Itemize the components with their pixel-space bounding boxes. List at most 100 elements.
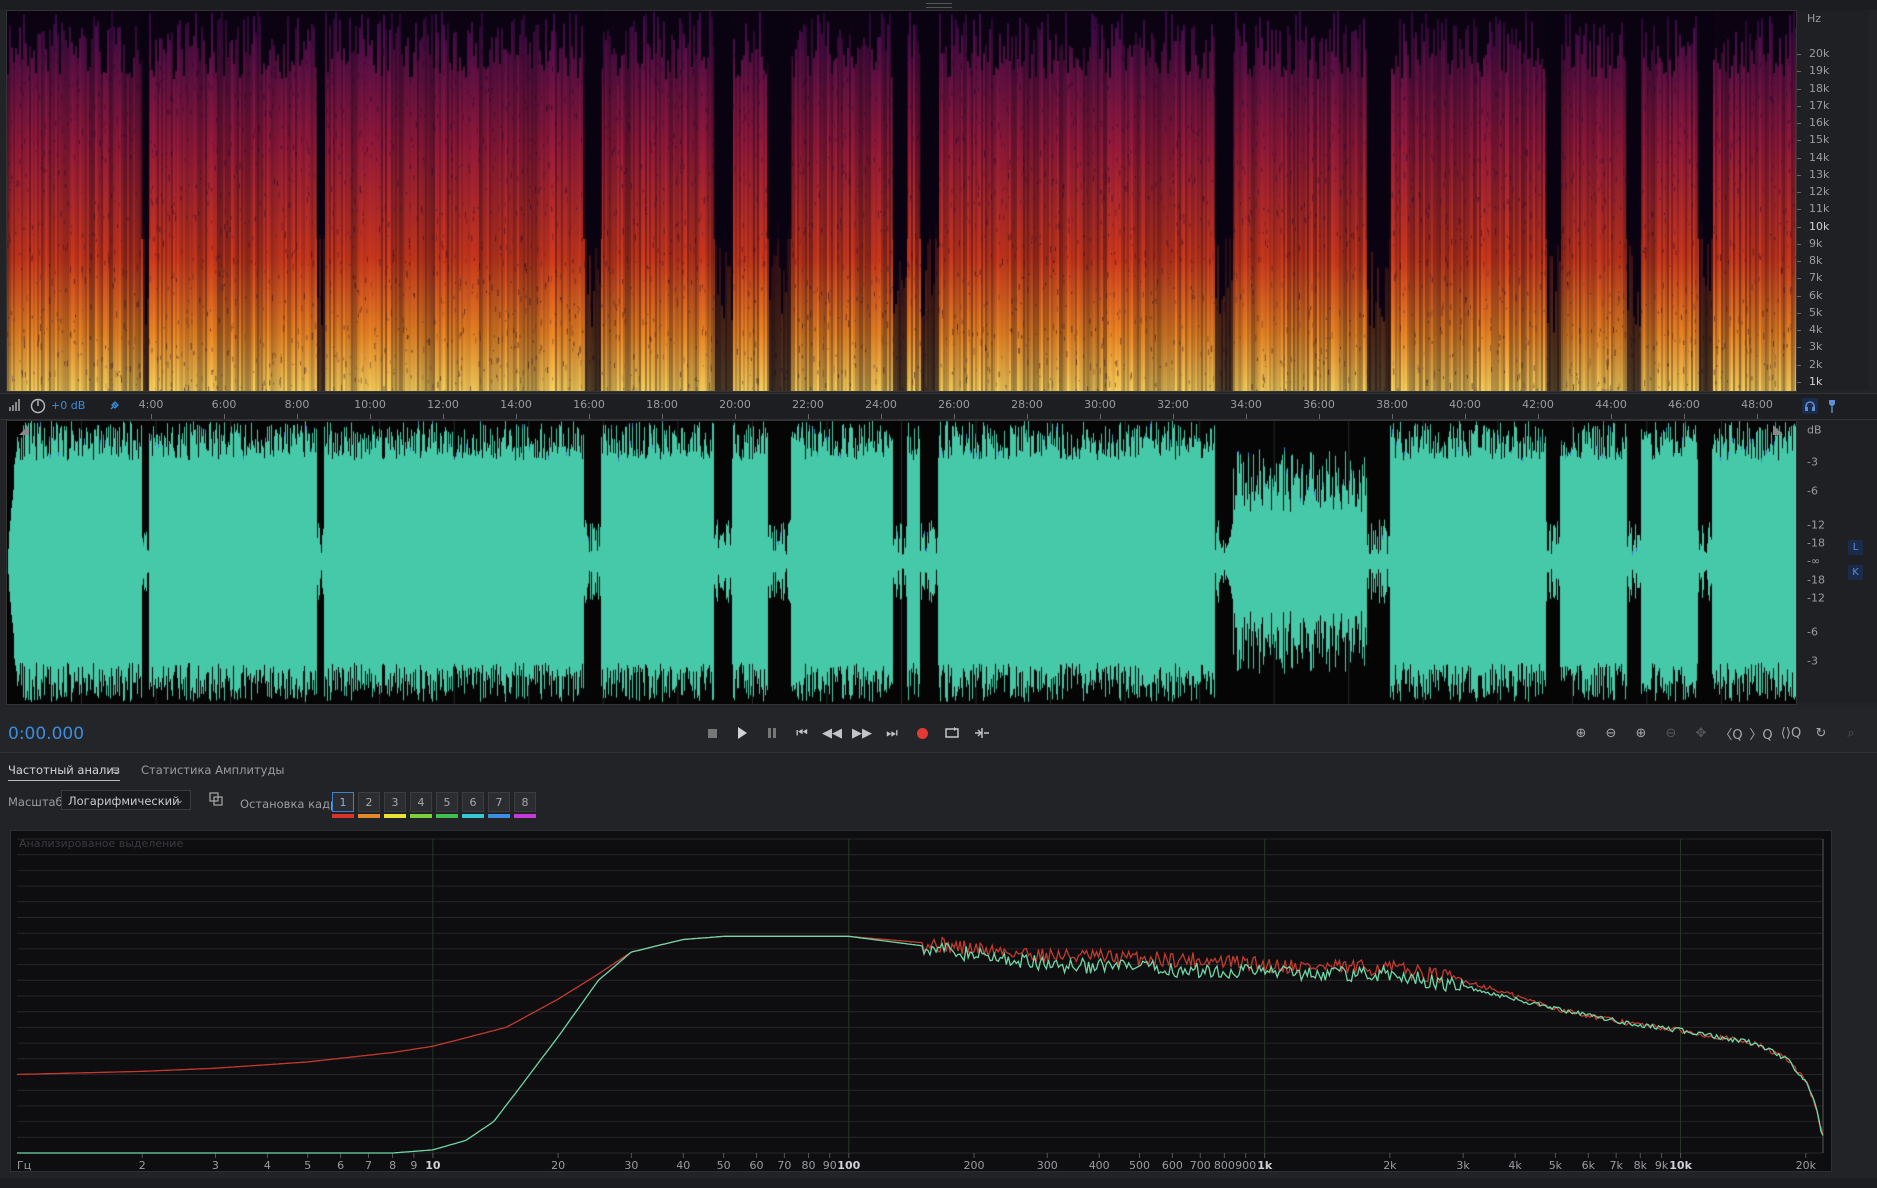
timeline-tick-mark [151,414,152,419]
hz-tick-label: 2k [1809,357,1823,371]
hz-tick-mark [1797,157,1801,159]
timeline-tick-label: 22:00 [792,398,824,411]
fast-forward-icon: ▶▶ [852,725,872,741]
hold-frame-button-2[interactable]: 2 [358,792,380,812]
zoom-out-amplitude-button[interactable]: ⊖ [1599,722,1623,744]
db-tick-label: -6 [1807,625,1818,639]
timeline-tick-mark [1684,414,1685,419]
hold-frame-button-4[interactable]: 4 [410,792,432,812]
x-tick-label: 8 [389,1159,396,1171]
copy-icon[interactable] [208,791,224,807]
timeline-tick-label: 24:00 [865,398,897,411]
scale-select-value: Логарифмический [68,794,180,808]
marker-icon[interactable] [1824,398,1840,414]
tab-amplitude-statistics[interactable]: Статистика Амплитуды [141,763,285,777]
hold-frame-button-7[interactable]: 7 [488,792,510,812]
scale-select[interactable]: Логарифмический ⌄ [61,790,191,810]
zoom-out-time-button[interactable]: ⊖ [1659,722,1683,744]
hold-frame-button-6[interactable]: 6 [462,792,484,812]
hold-frame-button-3[interactable]: 3 [384,792,406,812]
hold-frame-button-8[interactable]: 8 [514,792,536,812]
menu-icon[interactable]: ≡ [110,763,120,777]
play-button[interactable] [731,722,753,744]
loop-icon [945,727,959,738]
reset-zoom-button[interactable]: ↻ [1809,722,1833,744]
channel-left-badge[interactable]: L [1848,540,1863,555]
x-tick-label: 300 [1037,1159,1058,1171]
timeline-tick-label: 26:00 [938,398,970,411]
hz-tick-mark [1797,295,1801,297]
waveform-display[interactable] [6,420,1797,705]
hold-frame-color-swatch [384,814,406,818]
timeline-tick-mark [881,414,882,419]
timeline-tick-label: 32:00 [1157,398,1189,411]
hold-frame-button-1[interactable]: 1 [332,792,354,812]
zoom-out-amplitude-icon: ⊖ [1605,725,1617,741]
x-tick-label: 10 [425,1159,441,1171]
hz-tick-label: 14k [1809,150,1830,164]
zoom-in-time-button[interactable]: ⊕ [1629,722,1653,744]
x-tick-label: 50 [717,1159,731,1171]
panel-resize-handle[interactable] [926,3,952,8]
zoom-selection-button[interactable]: ✥ [1689,722,1713,744]
zoom-in-amplitude-button[interactable]: ⊕ [1569,722,1593,744]
zoom-in-point-button[interactable]: 〈Q [1719,722,1743,744]
channel-right-badge[interactable]: K [1848,565,1863,580]
hz-tick-label: 18k [1809,81,1830,95]
x-tick-label: 2k [1383,1159,1397,1171]
timeline-tick-label: 4:00 [138,398,164,411]
skip-start-button[interactable]: ⏮ [791,722,813,744]
timeline-tick-mark [1100,414,1101,419]
zoom-out-point-icon: 〉Q [1749,727,1773,743]
hold-frame-color-swatch [488,814,510,818]
timeline-tick-mark [1173,414,1174,419]
x-tick-label: 6 [337,1159,344,1171]
zoom-in-amplitude-icon: ⊕ [1575,725,1587,741]
x-tick-label: 100 [837,1159,860,1171]
frequency-analysis-plot[interactable]: Анализированое выделение 0-5-10-15-20-25… [10,830,1832,1172]
db-tick-label: -18 [1807,573,1825,587]
db-tick-label: -6 [1807,484,1818,498]
timeline-tick-mark [1757,414,1758,419]
timeline-tick-mark [443,414,444,419]
x-tick-label: 4 [264,1159,271,1171]
analysis-tab-bar: Частотный анализ ≡ Статистика Амплитуды [0,752,1877,781]
x-tick-label: 80 [801,1159,815,1171]
skip-selection-button[interactable] [971,722,993,744]
timeline-tick-label: 12:00 [427,398,459,411]
frequency-chart[interactable]: 0-5-10-15-20-25-30-35-40-45-50-55-60-65-… [11,831,1831,1171]
hz-tick-label: 5k [1809,305,1823,319]
record-button[interactable] [911,722,933,744]
x-tick-label: 9 [410,1159,417,1171]
db-tick-label: -18 [1807,536,1825,550]
db-tick-label: -3 [1807,654,1818,668]
spectrogram-canvas[interactable] [7,11,1796,391]
timeline-ruler[interactable]: +0 dB 4:00 6:00 8:00 10:00 12:00 14:00 16:00 18… [0,393,1877,420]
spectral-frequency-display[interactable] [6,10,1797,392]
hz-tick-mark [1797,382,1801,383]
hz-tick-label: 3k [1809,340,1823,354]
zoom-in-point-icon: 〈Q [1719,727,1743,743]
rewind-button[interactable]: ◀◀ [821,722,843,744]
x-tick-label: 2 [139,1159,146,1171]
zoom-out-point-button[interactable]: 〉Q [1749,722,1773,744]
db-unit-label: dB [1807,423,1822,437]
zoom-to-fit-button[interactable]: ⌕ [1839,722,1863,744]
timeline-tick-label: 8:00 [284,398,310,411]
current-time-display[interactable]: 0:00.000 [8,724,84,744]
pause-button[interactable] [761,722,783,744]
zoom-full-button[interactable]: ⟨⟩Q [1779,722,1803,744]
hz-tick-label: 19k [1809,64,1830,78]
loop-button[interactable] [941,722,963,744]
x-tick-label: 40 [676,1159,690,1171]
hold-frame-button-5[interactable]: 5 [436,792,458,812]
skip-end-button[interactable]: ⏭ [881,722,903,744]
waveform-canvas[interactable] [7,421,1796,704]
fast-forward-button[interactable]: ▶▶ [851,722,873,744]
x-tick-label: 800 [1214,1159,1235,1171]
tab-frequency-analysis[interactable]: Частотный анализ [8,763,120,781]
x-tick-label: 900 [1235,1159,1256,1171]
pause-icon [768,728,776,738]
stop-button[interactable] [701,722,723,744]
headphones-icon[interactable] [1802,398,1818,414]
